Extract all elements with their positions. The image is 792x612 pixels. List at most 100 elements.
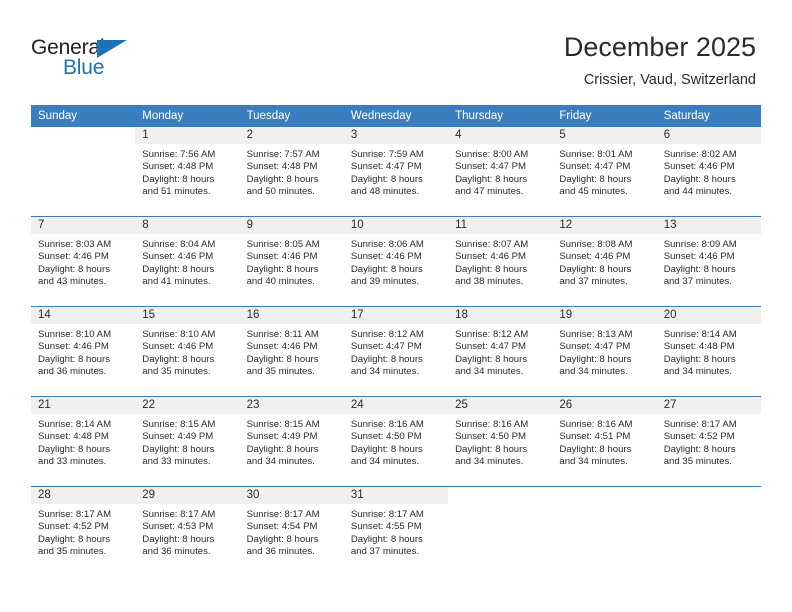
day-number: 9 <box>239 217 344 234</box>
calendar-day-cell[interactable]: 14 Sunrise: 8:10 AM Sunset: 4:46 PM Dayligh… <box>31 306 136 397</box>
day-detail-line: Daylight: 8 hours <box>38 263 110 275</box>
day-detail-line: Sunset: 4:46 PM <box>663 251 735 263</box>
day-detail-line: Sunset: 4:48 PM <box>663 341 735 353</box>
day-detail-line: Sunrise: 8:13 AM <box>559 329 633 340</box>
day-detail-line: Sunrise: 8:15 AM <box>246 419 320 430</box>
calendar-week-row: 1 Sunrise: 7:56 AM Sunset: 4:48 PM Daylight… <box>31 127 761 217</box>
day-detail-line: Sunrise: 8:03 AM <box>38 239 112 250</box>
day-detail-line: Daylight: 8 hours <box>455 443 528 455</box>
calendar-day-cell[interactable]: 4 Sunrise: 8:00 AM Sunset: 4:47 PM Daylight… <box>448 127 553 217</box>
day-detail-line: Sunset: 4:50 PM <box>455 431 527 443</box>
day-detail-line: Sunrise: 8:05 AM <box>246 239 320 250</box>
calendar-day-cell[interactable]: 16 Sunrise: 8:11 AM Sunset: 4:46 PM Dayligh… <box>239 306 344 397</box>
calendar-cell-empty <box>31 127 136 217</box>
day-detail-line: Sunset: 4:54 PM <box>246 521 318 533</box>
calendar-day-cell[interactable]: 23 Sunrise: 8:15 AM Sunset: 4:49 PM Dayligh… <box>239 396 344 487</box>
day-detail-line: Daylight: 8 hours <box>663 263 736 275</box>
calendar-day-cell[interactable]: 3 Sunrise: 7:59 AM Sunset: 4:47 PM Daylight… <box>343 127 449 217</box>
day-detail-line: Sunrise: 8:12 AM <box>350 329 424 340</box>
day-detail-line: Sunrise: 8:17 AM <box>663 419 737 430</box>
logo-text-blue: Blue <box>63 56 105 79</box>
day-number: 13 <box>656 217 761 234</box>
day-detail-line: and 38 minutes. <box>455 276 524 288</box>
calendar-day-cell[interactable]: 27 Sunrise: 8:17 AM Sunset: 4:52 PM Dayligh… <box>656 396 761 487</box>
calendar-page: General Blue December 2025 Crissier, Vau… <box>0 0 792 612</box>
day-detail-line: Sunset: 4:47 PM <box>455 161 527 173</box>
calendar-day-cell[interactable]: 6 Sunrise: 8:02 AM Sunset: 4:46 PM Daylight… <box>656 127 761 217</box>
calendar-day-cell[interactable]: 30 Sunrise: 8:17 AM Sunset: 4:54 PM Dayligh… <box>239 486 344 576</box>
calendar-day-cell[interactable]: 19 Sunrise: 8:13 AM Sunset: 4:47 PM Dayligh… <box>552 306 657 397</box>
day-detail-line: Daylight: 8 hours <box>455 353 528 365</box>
day-details: Sunrise: 8:15 AM Sunset: 4:49 PM Daylight:… <box>240 414 344 469</box>
calendar-day-cell[interactable]: 20 Sunrise: 8:14 AM Sunset: 4:48 PM Dayligh… <box>656 306 761 397</box>
calendar-day-cell[interactable]: 29 Sunrise: 8:17 AM Sunset: 4:53 PM Dayligh… <box>135 486 240 576</box>
calendar-day-cell[interactable]: 15 Sunrise: 8:10 AM Sunset: 4:46 PM Dayligh… <box>135 306 240 397</box>
day-detail-line: Sunrise: 8:16 AM <box>559 419 633 430</box>
day-details: Sunrise: 8:11 AM Sunset: 4:46 PM Daylight:… <box>240 324 344 379</box>
day-detail-line: Sunrise: 8:10 AM <box>142 329 216 340</box>
calendar-day-cell[interactable]: 10 Sunrise: 8:06 AM Sunset: 4:46 PM Dayligh… <box>343 216 449 307</box>
calendar-day-cell[interactable]: 25 Sunrise: 8:16 AM Sunset: 4:50 PM Dayligh… <box>448 396 553 487</box>
day-details: Sunrise: 8:17 AM Sunset: 4:54 PM Daylight:… <box>240 504 344 559</box>
day-detail-line: Sunset: 4:47 PM <box>350 161 422 173</box>
day-detail-line: Daylight: 8 hours <box>350 533 423 545</box>
calendar-day-cell[interactable]: 26 Sunrise: 8:16 AM Sunset: 4:51 PM Dayligh… <box>552 396 657 487</box>
calendar-day-cell[interactable]: 1 Sunrise: 7:56 AM Sunset: 4:48 PM Daylight… <box>135 127 240 217</box>
calendar-day-cell[interactable]: 21 Sunrise: 8:14 AM Sunset: 4:48 PM Dayligh… <box>31 396 136 487</box>
calendar-day-cell[interactable]: 12 Sunrise: 8:08 AM Sunset: 4:46 PM Dayligh… <box>552 216 657 307</box>
calendar-header-row: Sunday Monday Tuesday Wednesday Thursday Frid… <box>31 105 761 127</box>
day-detail-line: Sunrise: 8:17 AM <box>38 509 112 520</box>
calendar-day-cell[interactable]: 17 Sunrise: 8:12 AM Sunset: 4:47 PM Dayligh… <box>343 306 449 397</box>
day-detail-line: Daylight: 8 hours <box>142 263 215 275</box>
day-detail-line: Sunrise: 8:10 AM <box>38 329 112 340</box>
day-detail-line: Daylight: 8 hours <box>559 443 632 455</box>
calendar-body: 1 Sunrise: 7:56 AM Sunset: 4:48 PM Daylight… <box>31 127 761 576</box>
day-detail-line: Daylight: 8 hours <box>246 173 319 185</box>
day-detail-line: Daylight: 8 hours <box>350 353 423 365</box>
calendar-day-cell[interactable]: 2 Sunrise: 7:57 AM Sunset: 4:48 PM Daylight… <box>239 127 344 217</box>
day-detail-line: Sunrise: 8:01 AM <box>559 149 633 160</box>
calendar-day-cell[interactable]: 9 Sunrise: 8:05 AM Sunset: 4:46 PM Daylight… <box>239 216 344 307</box>
calendar-week-row: 21 Sunrise: 8:14 AM Sunset: 4:48 PM Dayligh… <box>31 396 761 487</box>
day-detail-line: and 37 minutes. <box>559 276 628 288</box>
day-detail-line: Daylight: 8 hours <box>246 353 319 365</box>
day-number: 21 <box>31 397 136 414</box>
day-detail-line: Sunset: 4:46 PM <box>142 251 214 263</box>
calendar-day-cell[interactable]: 13 Sunrise: 8:09 AM Sunset: 4:46 PM Dayligh… <box>656 216 761 307</box>
day-number: 16 <box>239 307 344 324</box>
calendar-day-cell[interactable]: 18 Sunrise: 8:12 AM Sunset: 4:47 PM Dayligh… <box>448 306 553 397</box>
day-detail-line: and 51 minutes. <box>142 186 211 198</box>
weekday-header-friday: Friday <box>552 105 657 127</box>
day-detail-line: Daylight: 8 hours <box>246 533 319 545</box>
calendar-day-cell[interactable]: 22 Sunrise: 8:15 AM Sunset: 4:49 PM Dayligh… <box>135 396 240 487</box>
day-detail-line: and 34 minutes. <box>663 366 732 378</box>
day-detail-line: Sunset: 4:46 PM <box>38 251 109 263</box>
day-detail-line: and 44 minutes. <box>663 186 732 198</box>
calendar-day-cell[interactable]: 5 Sunrise: 8:01 AM Sunset: 4:47 PM Daylight… <box>552 127 657 217</box>
day-number <box>552 487 657 504</box>
day-number: 11 <box>448 217 553 234</box>
day-details: Sunrise: 8:06 AM Sunset: 4:46 PM Daylight:… <box>344 234 448 289</box>
day-detail-line: Daylight: 8 hours <box>350 263 423 275</box>
day-detail-line: Sunset: 4:46 PM <box>246 341 318 353</box>
day-detail-line: Sunset: 4:49 PM <box>142 431 214 443</box>
day-detail-line: and 48 minutes. <box>350 186 420 198</box>
day-detail-line: Sunrise: 8:00 AM <box>455 149 529 160</box>
day-detail-line: and 47 minutes. <box>455 186 524 198</box>
day-number: 8 <box>135 217 240 234</box>
day-detail-line: Daylight: 8 hours <box>455 263 528 275</box>
day-detail-line: Daylight: 8 hours <box>350 173 423 185</box>
calendar-day-cell[interactable]: 11 Sunrise: 8:07 AM Sunset: 4:46 PM Dayligh… <box>448 216 553 307</box>
calendar-day-cell[interactable]: 24 Sunrise: 8:16 AM Sunset: 4:50 PM Dayligh… <box>343 396 449 487</box>
day-details: Sunrise: 8:02 AM Sunset: 4:46 PM Daylight:… <box>657 144 761 199</box>
day-detail-line: Daylight: 8 hours <box>246 443 319 455</box>
day-detail-line: Daylight: 8 hours <box>663 173 736 185</box>
calendar-day-cell[interactable]: 28 Sunrise: 8:17 AM Sunset: 4:52 PM Dayligh… <box>31 486 136 576</box>
calendar-cell-empty <box>656 486 761 576</box>
calendar-day-cell[interactable]: 7 Sunrise: 8:03 AM Sunset: 4:46 PM Daylight… <box>31 216 136 307</box>
day-number: 17 <box>343 307 449 324</box>
calendar-day-cell[interactable]: 8 Sunrise: 8:04 AM Sunset: 4:46 PM Daylight… <box>135 216 240 307</box>
calendar-day-cell[interactable]: 31 Sunrise: 8:17 AM Sunset: 4:55 PM Dayligh… <box>343 486 449 576</box>
day-details: Sunrise: 8:00 AM Sunset: 4:47 PM Daylight:… <box>448 144 552 199</box>
day-details: Sunrise: 8:16 AM Sunset: 4:50 PM Daylight:… <box>344 414 448 469</box>
